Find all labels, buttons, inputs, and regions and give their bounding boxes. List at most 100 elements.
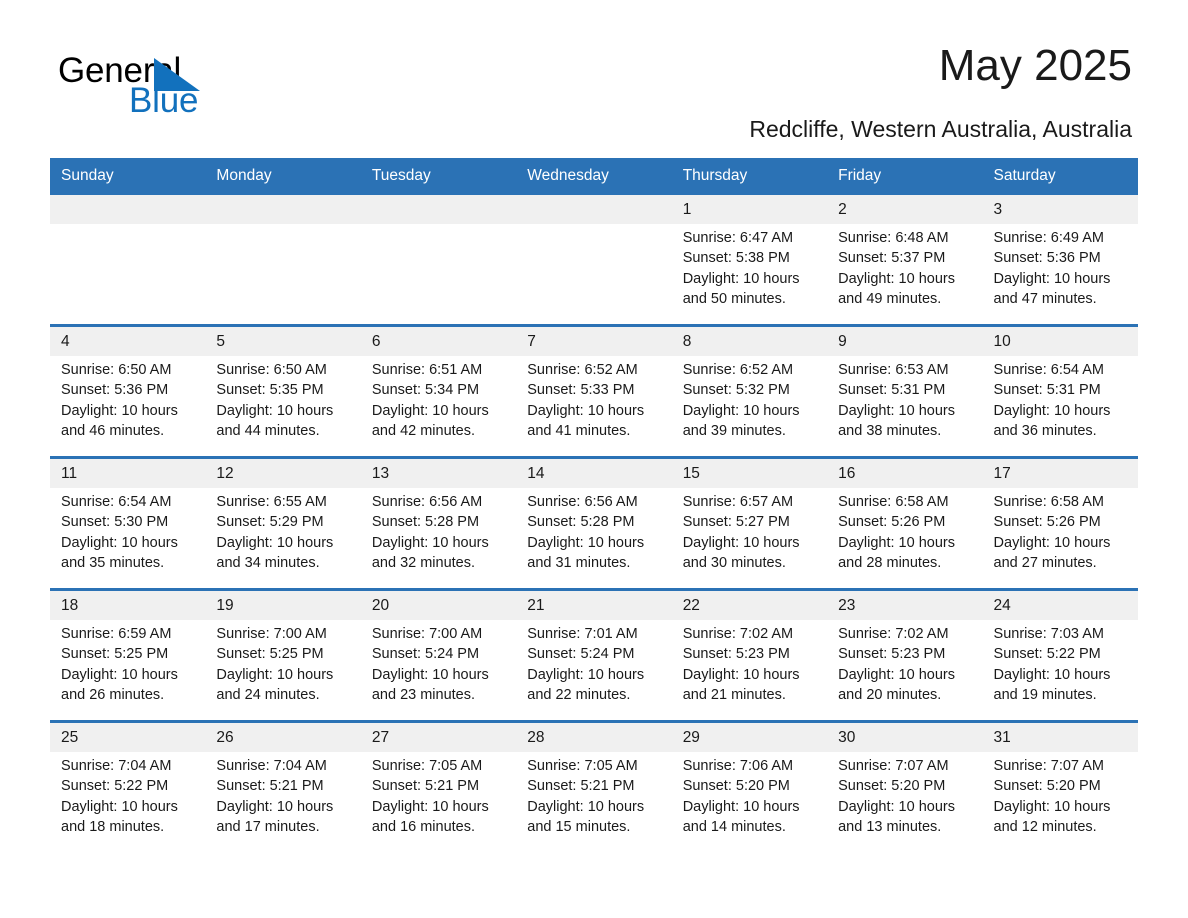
day-number[interactable]: 5 xyxy=(205,324,361,356)
day-cell[interactable]: Sunrise: 6:59 AM Sunset: 5:25 PM Daylight:… xyxy=(50,620,206,722)
day-cell-empty xyxy=(360,224,517,326)
daylight-text-line1: Daylight: 10 hours xyxy=(527,666,645,683)
sunset-text: Sunset: 5:28 PM xyxy=(371,514,480,531)
day-number[interactable]: 30 xyxy=(827,720,983,752)
day-number[interactable]: 21 xyxy=(516,588,672,620)
day-number[interactable]: 25 xyxy=(50,720,206,752)
day-cell[interactable]: Sunrise: 6:47 AM Sunset: 5:38 PM Daylight:… xyxy=(671,224,828,326)
day-number[interactable]: 8 xyxy=(671,324,828,356)
day-cell[interactable]: Sunrise: 6:52 AM Sunset: 5:33 PM Daylight:… xyxy=(516,356,672,458)
daylight-text-line1: Daylight: 10 hours xyxy=(527,402,645,419)
day-number[interactable]: 31 xyxy=(982,720,1138,752)
day-number[interactable]: 29 xyxy=(671,720,828,752)
daylight-text-line1: Daylight: 10 hours xyxy=(838,798,955,815)
day-number[interactable]: 6 xyxy=(360,324,517,356)
day-number[interactable]: 10 xyxy=(982,324,1138,356)
sunrise-text: Sunrise: 7:04 AM xyxy=(216,758,327,774)
sunset-text: Sunset: 5:25 PM xyxy=(216,646,324,663)
day-number[interactable]: 27 xyxy=(360,720,517,752)
day-number[interactable]: 13 xyxy=(360,456,517,488)
day-cell[interactable]: Sunrise: 6:50 AM Sunset: 5:36 PM Daylight:… xyxy=(50,356,206,458)
sunset-text: Sunset: 5:24 PM xyxy=(527,646,635,663)
day-number[interactable]: 4 xyxy=(50,324,206,356)
daylight-text-line1: Daylight: 10 hours xyxy=(371,798,489,815)
sunset-text: Sunset: 5:29 PM xyxy=(216,514,324,531)
weekday-header-friday: Friday xyxy=(827,158,983,195)
sunset-text: Sunset: 5:34 PM xyxy=(371,382,480,399)
day-number[interactable]: 28 xyxy=(516,720,672,752)
daylight-text-line2: and 15 minutes. xyxy=(527,818,631,835)
day-cell[interactable]: Sunrise: 7:02 AM Sunset: 5:23 PM Daylight:… xyxy=(827,620,983,722)
day-number[interactable]: 17 xyxy=(982,456,1138,488)
day-number[interactable]: 2 xyxy=(827,195,983,224)
daylight-text-line1: Daylight: 10 hours xyxy=(216,402,334,419)
daylight-text-line2: and 32 minutes. xyxy=(371,554,476,571)
sunrise-text: Sunrise: 6:58 AM xyxy=(838,494,949,510)
week-daynumber-row: 18 19 20 21 22 23 24 xyxy=(50,588,1138,620)
day-cell[interactable]: Sunrise: 6:54 AM Sunset: 5:31 PM Daylight:… xyxy=(982,356,1138,458)
sunrise-text: Sunrise: 6:52 AM xyxy=(527,362,638,378)
day-cell[interactable]: Sunrise: 6:48 AM Sunset: 5:37 PM Daylight:… xyxy=(827,224,983,326)
day-cell[interactable]: Sunrise: 7:05 AM Sunset: 5:21 PM Daylight:… xyxy=(360,752,517,852)
sunrise-text: Sunrise: 6:47 AM xyxy=(682,230,794,246)
day-cell[interactable]: Sunrise: 6:49 AM Sunset: 5:36 PM Daylight:… xyxy=(982,224,1138,326)
day-number[interactable]: 26 xyxy=(205,720,361,752)
day-cell-empty xyxy=(516,224,672,326)
day-number[interactable]: 11 xyxy=(50,456,206,488)
day-cell[interactable]: Sunrise: 6:55 AM Sunset: 5:29 PM Daylight:… xyxy=(205,488,361,590)
day-cell[interactable]: Sunrise: 7:02 AM Sunset: 5:23 PM Daylight:… xyxy=(671,620,828,722)
day-number[interactable]: 9 xyxy=(827,324,983,356)
day-cell[interactable]: Sunrise: 7:00 AM Sunset: 5:24 PM Daylight:… xyxy=(360,620,517,722)
day-cell[interactable]: Sunrise: 7:00 AM Sunset: 5:25 PM Daylight:… xyxy=(205,620,361,722)
day-number-empty xyxy=(205,195,361,224)
calendar-week-row: 1 2 3 Sunrise: 6:47 AM Sunset: 5:38 PM Daylig… xyxy=(50,195,1138,326)
day-number[interactable]: 14 xyxy=(516,456,672,488)
sunset-text: Sunset: 5:30 PM xyxy=(61,514,169,531)
day-number[interactable]: 1 xyxy=(671,195,828,224)
day-cell[interactable]: Sunrise: 7:04 AM Sunset: 5:21 PM Daylight:… xyxy=(205,752,361,852)
sunset-text: Sunset: 5:33 PM xyxy=(527,382,635,399)
day-number[interactable]: 7 xyxy=(516,324,672,356)
day-cell[interactable]: Sunrise: 6:57 AM Sunset: 5:27 PM Daylight:… xyxy=(671,488,828,590)
sunset-text: Sunset: 5:32 PM xyxy=(682,382,790,399)
day-cell[interactable]: Sunrise: 7:06 AM Sunset: 5:20 PM Daylight:… xyxy=(671,752,828,852)
day-cell[interactable]: Sunrise: 6:58 AM Sunset: 5:26 PM Daylight:… xyxy=(982,488,1138,590)
day-cell[interactable]: Sunrise: 7:03 AM Sunset: 5:22 PM Daylight:… xyxy=(982,620,1138,722)
day-number[interactable]: 19 xyxy=(205,588,361,620)
day-cell[interactable]: Sunrise: 6:50 AM Sunset: 5:35 PM Daylight:… xyxy=(205,356,361,458)
daylight-text-line2: and 27 minutes. xyxy=(993,554,1097,571)
day-cell[interactable]: Sunrise: 7:04 AM Sunset: 5:22 PM Daylight:… xyxy=(50,752,206,852)
day-cell[interactable]: Sunrise: 6:54 AM Sunset: 5:30 PM Daylight:… xyxy=(50,488,206,590)
day-cell[interactable]: Sunrise: 6:58 AM Sunset: 5:26 PM Daylight:… xyxy=(827,488,983,590)
calendar-table: Sunday Monday Tuesday Wednesday Thursday… xyxy=(50,158,1138,852)
general-blue-logo[interactable]: General Blue xyxy=(58,52,318,120)
day-number[interactable]: 16 xyxy=(827,456,983,488)
daylight-text-line2: and 22 minutes. xyxy=(527,686,631,703)
day-number[interactable]: 3 xyxy=(982,195,1138,224)
day-number[interactable]: 18 xyxy=(50,588,206,620)
day-number[interactable]: 24 xyxy=(982,588,1138,620)
week-detail-row: Sunrise: 6:54 AM Sunset: 5:30 PM Daylight:… xyxy=(50,488,1138,590)
day-number[interactable]: 15 xyxy=(671,456,828,488)
weekday-header-wednesday: Wednesday xyxy=(516,158,672,195)
day-number[interactable]: 23 xyxy=(827,588,983,620)
day-cell[interactable]: Sunrise: 7:05 AM Sunset: 5:21 PM Daylight:… xyxy=(516,752,672,852)
day-number[interactable]: 20 xyxy=(360,588,517,620)
daylight-text-line2: and 39 minutes. xyxy=(682,422,786,439)
day-cell[interactable]: Sunrise: 6:51 AM Sunset: 5:34 PM Daylight:… xyxy=(360,356,517,458)
daylight-text-line1: Daylight: 10 hours xyxy=(216,666,334,683)
day-cell[interactable]: Sunrise: 7:07 AM Sunset: 5:20 PM Daylight:… xyxy=(827,752,983,852)
day-cell[interactable]: Sunrise: 7:01 AM Sunset: 5:24 PM Daylight:… xyxy=(516,620,672,722)
daylight-text-line2: and 18 minutes. xyxy=(61,818,165,835)
day-number[interactable]: 22 xyxy=(671,588,828,620)
day-number-empty xyxy=(516,195,672,224)
logo-text-blue: Blue xyxy=(129,81,199,120)
day-cell[interactable]: Sunrise: 6:53 AM Sunset: 5:31 PM Daylight:… xyxy=(827,356,983,458)
day-number[interactable]: 12 xyxy=(205,456,361,488)
day-cell[interactable]: Sunrise: 7:07 AM Sunset: 5:20 PM Daylight:… xyxy=(982,752,1138,852)
day-cell[interactable]: Sunrise: 6:56 AM Sunset: 5:28 PM Daylight:… xyxy=(360,488,517,590)
day-cell[interactable]: Sunrise: 6:56 AM Sunset: 5:28 PM Daylight:… xyxy=(516,488,672,590)
daylight-text-line1: Daylight: 10 hours xyxy=(838,666,955,683)
day-cell[interactable]: Sunrise: 6:52 AM Sunset: 5:32 PM Daylight:… xyxy=(671,356,828,458)
sunset-text: Sunset: 5:35 PM xyxy=(216,382,324,399)
